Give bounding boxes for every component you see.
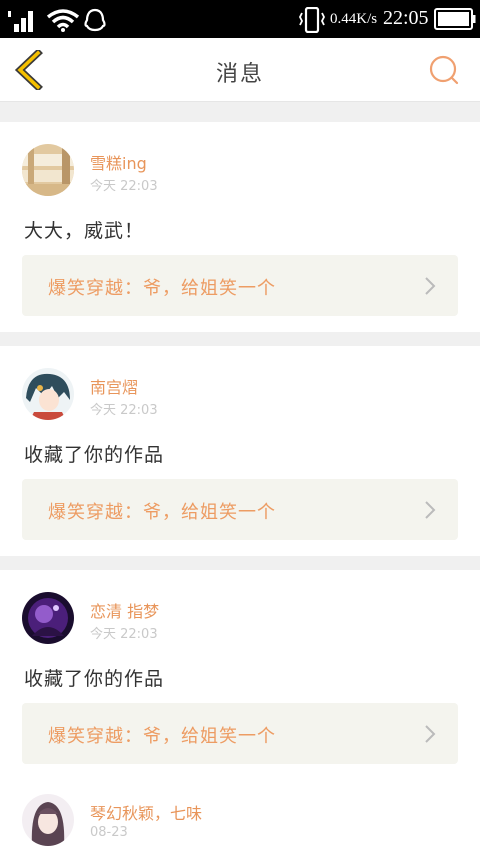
vibrate-icon (298, 7, 326, 33)
work-link[interactable]: 爆笑穿越：爷，给姐笑一个 (22, 479, 458, 540)
nav-bar: 消息 (0, 38, 480, 102)
work-title: 爆笑穿越：爷，给姐笑一个 (48, 502, 276, 523)
message-card: 恋清 指梦 今天 22:03 收藏了你的作品 爆笑穿越：爷，给姐笑一个 (0, 570, 480, 780)
chevron-right-icon (425, 501, 436, 519)
timestamp: 今天 22:03 (90, 403, 158, 418)
username[interactable]: 雪糕ing (90, 150, 147, 174)
avatar[interactable] (22, 144, 74, 196)
username[interactable]: 恋清 指梦 (90, 598, 159, 622)
signal-icon (8, 11, 33, 32)
avatar[interactable] (22, 368, 74, 420)
username[interactable]: 南宫熠 (90, 374, 138, 398)
avatar[interactable] (22, 592, 74, 644)
work-link[interactable]: 爆笑穿越：爷，给姐笑一个 (22, 255, 458, 316)
message-text: 大大，威武！ (24, 220, 145, 242)
message-card: 琴幻秋颖，七味 08-23 (0, 772, 480, 854)
message-card: 南宫熠 今天 22:03 收藏了你的作品 爆笑穿越：爷，给姐笑一个 (0, 346, 480, 556)
battery-icon (434, 8, 476, 30)
message-text: 收藏了你的作品 (24, 668, 165, 690)
message-card: 雪糕ing 今天 22:03 大大，威武！ 爆笑穿越：爷，给姐笑一个 (0, 122, 480, 332)
wifi-icon (46, 9, 80, 32)
status-bar: 0.44K/s 22:05 (0, 0, 480, 38)
chevron-right-icon (425, 725, 436, 743)
chevron-right-icon (425, 277, 436, 295)
network-speed: 0.44K/s (330, 11, 378, 27)
work-title: 爆笑穿越：爷，给姐笑一个 (48, 278, 276, 299)
search-icon[interactable] (426, 52, 462, 88)
timestamp: 今天 22:03 (90, 627, 158, 642)
work-link[interactable]: 爆笑穿越：爷，给姐笑一个 (22, 703, 458, 764)
message-text: 收藏了你的作品 (24, 444, 165, 466)
timestamp: 08-23 (90, 825, 128, 840)
avatar[interactable] (22, 794, 74, 846)
qq-icon (84, 8, 106, 32)
work-title: 爆笑穿越：爷，给姐笑一个 (48, 726, 276, 747)
page-title: 消息 (215, 62, 264, 87)
username[interactable]: 琴幻秋颖，七味 (90, 800, 202, 824)
clock: 22:05 (383, 7, 429, 29)
timestamp: 今天 22:03 (90, 179, 158, 194)
